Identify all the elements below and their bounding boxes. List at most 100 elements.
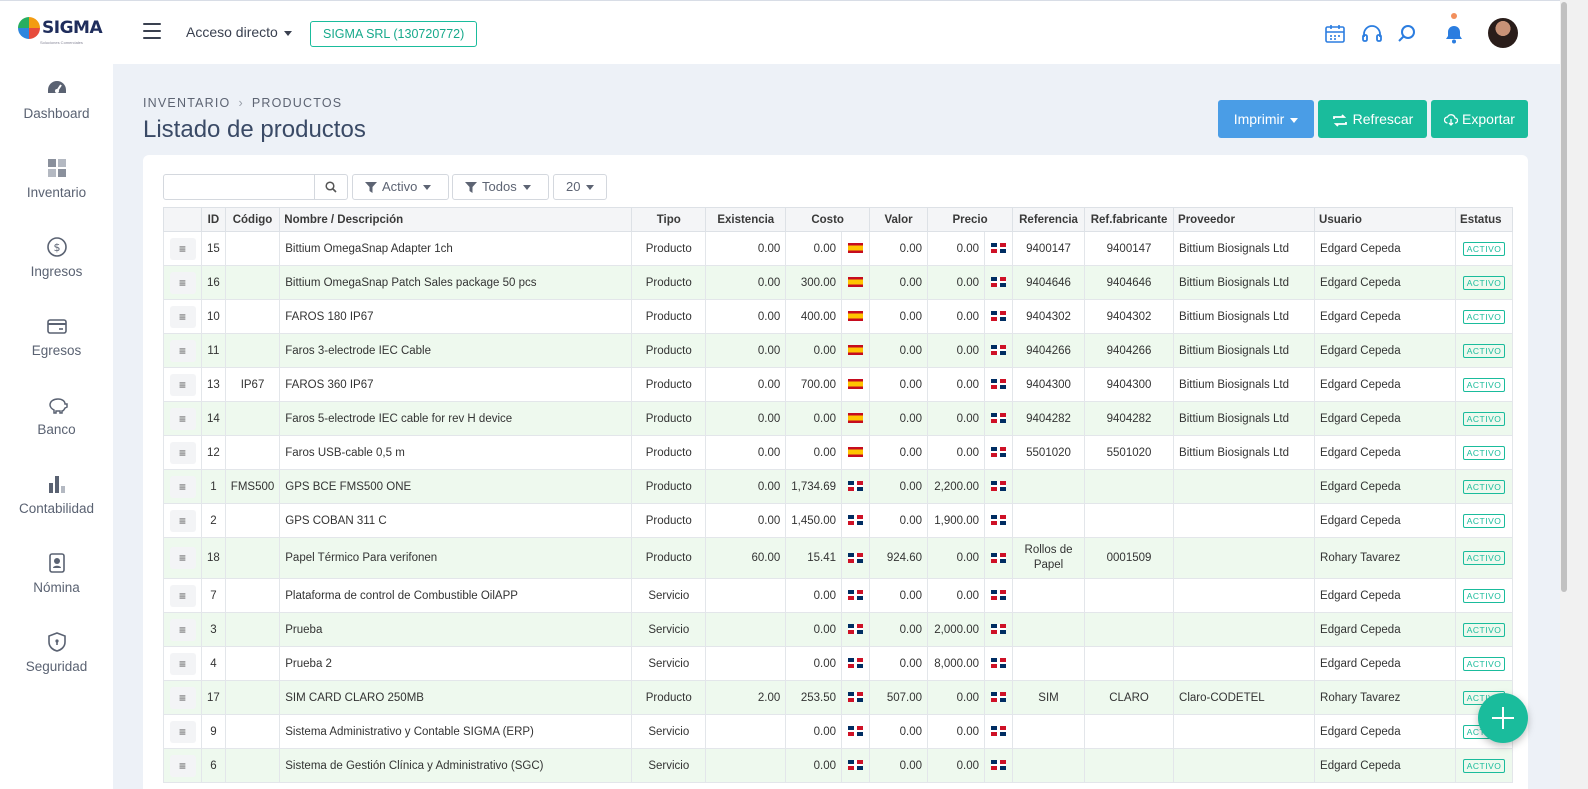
- row-menu-icon[interactable]: ≡: [169, 547, 196, 569]
- price-flag-cell: [984, 537, 1014, 579]
- row-menu-icon[interactable]: ≡: [169, 305, 196, 328]
- cell-cost: 0.00: [785, 333, 843, 368]
- column-header-code[interactable]: Código: [224, 207, 281, 232]
- export-button[interactable]: Exportar: [1431, 100, 1528, 138]
- column-header-price[interactable]: Precio: [927, 207, 1014, 232]
- sidebar-item-inventario[interactable]: Inventario: [0, 157, 113, 227]
- page-size-dropdown[interactable]: 20: [553, 174, 607, 200]
- table-row[interactable]: ≡ 11 Faros 3-electrode IEC Cable Producto 0.…: [163, 333, 1514, 368]
- type-filter-dropdown[interactable]: Todos: [452, 174, 549, 200]
- sidebar-item-nomina[interactable]: Nómina: [0, 552, 113, 622]
- row-menu-icon[interactable]: ≡: [169, 373, 196, 396]
- avatar[interactable]: [1488, 18, 1518, 48]
- cell-value: 924.60: [869, 537, 929, 579]
- row-menu-icon[interactable]: ≡: [169, 509, 196, 532]
- breadcrumb: INVENTARIO › PRODUCTOS: [143, 96, 342, 110]
- calendar-icon[interactable]: [1324, 23, 1346, 45]
- headset-icon[interactable]: [1361, 23, 1383, 45]
- menu-toggle-icon[interactable]: [143, 23, 161, 39]
- row-menu-icon[interactable]: ≡: [169, 339, 196, 362]
- table-row[interactable]: ≡ 7 Plataforma de control de Combustible O…: [163, 578, 1514, 613]
- search-button[interactable]: [314, 174, 348, 200]
- breadcrumb-section[interactable]: INVENTARIO: [143, 96, 230, 110]
- cell-mfr-ref: 9404646: [1084, 265, 1175, 300]
- column-header-user[interactable]: Usuario: [1314, 207, 1457, 232]
- search-input[interactable]: [163, 174, 315, 200]
- status-filter-dropdown[interactable]: Activo: [352, 174, 449, 200]
- row-menu-icon[interactable]: ≡: [169, 720, 196, 743]
- table-row[interactable]: ≡ 3 Prueba Servicio 0.00 0.00 2,000.00 Edgard C…: [163, 612, 1514, 647]
- cell-code: [224, 680, 281, 715]
- column-header-value[interactable]: Valor: [869, 207, 929, 232]
- add-product-fab-button[interactable]: [1478, 693, 1528, 743]
- sidebar-item-ingresos[interactable]: $ Ingresos: [0, 236, 113, 306]
- price-flag-cell: [984, 503, 1014, 538]
- search-icon[interactable]: [1396, 23, 1418, 45]
- logo[interactable]: SIGMA Soluciones Comerciales: [18, 17, 103, 45]
- sidebar-item-contabilidad[interactable]: Contabilidad: [0, 473, 113, 543]
- sidebar-item-banco[interactable]: Banco: [0, 394, 113, 464]
- table-row[interactable]: ≡ 14 Faros 5-electrode IEC cable for rev H…: [163, 401, 1514, 436]
- row-menu-icon[interactable]: ≡: [169, 407, 196, 430]
- table-row[interactable]: ≡ 16 Bittium OmegaSnap Patch Sales package…: [163, 265, 1514, 300]
- column-header-reference[interactable]: Referencia: [1012, 207, 1086, 232]
- row-menu-icon[interactable]: ≡: [169, 584, 196, 607]
- cell-value: 0.00: [869, 367, 929, 402]
- table-row[interactable]: ≡ 1 FMS500 GPS BCE FMS500 ONE Producto 0.00 1,…: [163, 469, 1514, 504]
- status-badge: ACTIVO: [1462, 377, 1506, 392]
- cell-stock: 0.00: [705, 435, 787, 470]
- cell-price: 8,000.00: [927, 646, 986, 681]
- table-row[interactable]: ≡ 17 SIM CARD CLARO 250MB Producto 2.00 253.5…: [163, 680, 1514, 715]
- row-menu-icon[interactable]: ≡: [169, 237, 196, 260]
- cell-stock: 60.00: [705, 537, 787, 579]
- column-header-name[interactable]: Nombre / Descripción: [279, 207, 633, 232]
- row-menu-icon[interactable]: ≡: [169, 441, 196, 464]
- row-handle-cell: ≡: [163, 503, 202, 538]
- print-button[interactable]: Imprimir: [1218, 100, 1314, 138]
- column-header-id[interactable]: ID: [201, 207, 226, 232]
- sidebar-item-egresos[interactable]: Egresos: [0, 315, 113, 385]
- table-row[interactable]: ≡ 6 Sistema de Gestión Clínica y Administr…: [163, 748, 1514, 783]
- column-header-cost[interactable]: Costo: [785, 207, 871, 232]
- cell-type: Producto: [631, 469, 707, 504]
- column-header-mfr-reference[interactable]: Ref.fabricante: [1084, 207, 1175, 232]
- table-row[interactable]: ≡ 4 Prueba 2 Servicio 0.00 0.00 8,000.00 Edgard…: [163, 646, 1514, 681]
- cell-ref: [1012, 578, 1086, 613]
- table-row[interactable]: ≡ 9 Sistema Administrativo y Contable SIGM…: [163, 714, 1514, 749]
- cell-name: SIM CARD CLARO 250MB: [279, 680, 633, 715]
- status-cell: ACTIVO: [1455, 503, 1514, 538]
- company-selector-button[interactable]: SIGMA SRL (130720772): [310, 21, 478, 47]
- cell-code: [224, 612, 281, 647]
- table-row[interactable]: ≡ 10 FAROS 180 IP67 Producto 0.00 400.00 0.00 0…: [163, 299, 1514, 334]
- filter-icon: [365, 182, 377, 194]
- table-row[interactable]: ≡ 2 GPS COBAN 311 C Producto 0.00 1,450.00 0.0…: [163, 503, 1514, 538]
- cost-flag-cell: [841, 367, 871, 402]
- scrollbar-thumb[interactable]: [1561, 2, 1567, 592]
- quick-access-dropdown[interactable]: Acceso directo: [186, 24, 292, 40]
- sidebar-item-seguridad[interactable]: Seguridad: [0, 631, 113, 701]
- table-row[interactable]: ≡ 13 IP67 FAROS 360 IP67 Producto 0.00 700.00 0…: [163, 367, 1514, 402]
- cost-flag-cell: [841, 435, 871, 470]
- status-cell: ACTIVO: [1455, 231, 1514, 266]
- cell-supplier: [1173, 578, 1316, 613]
- table-row[interactable]: ≡ 18 Papel Térmico Para verifonen Producto 6…: [163, 537, 1514, 579]
- cell-stock: 0.00: [705, 469, 787, 504]
- cell-value: 0.00: [869, 333, 929, 368]
- row-menu-icon[interactable]: ≡: [169, 754, 196, 777]
- sidebar-item-label: Inventario: [26, 185, 87, 200]
- column-header-stock[interactable]: Existencia: [705, 207, 787, 232]
- column-header-type[interactable]: Tipo: [631, 207, 707, 232]
- column-header-status[interactable]: Estatus: [1455, 207, 1514, 232]
- row-menu-icon[interactable]: ≡: [169, 271, 196, 294]
- row-menu-icon[interactable]: ≡: [169, 686, 196, 709]
- table-row[interactable]: ≡ 15 Bittium OmegaSnap Adapter 1ch Producto…: [163, 231, 1514, 266]
- column-header-supplier[interactable]: Proveedor: [1173, 207, 1316, 232]
- bell-icon[interactable]: [1443, 23, 1465, 45]
- row-menu-icon[interactable]: ≡: [169, 652, 196, 675]
- sidebar-item-dashboard[interactable]: Dashboard: [0, 78, 113, 148]
- cell-id: 12: [201, 435, 226, 470]
- row-menu-icon[interactable]: ≡: [169, 475, 196, 498]
- refresh-button[interactable]: Refrescar: [1318, 100, 1427, 138]
- table-row[interactable]: ≡ 12 Faros USB-cable 0,5 m Producto 0.00 0.00…: [163, 435, 1514, 470]
- row-menu-icon[interactable]: ≡: [169, 618, 196, 641]
